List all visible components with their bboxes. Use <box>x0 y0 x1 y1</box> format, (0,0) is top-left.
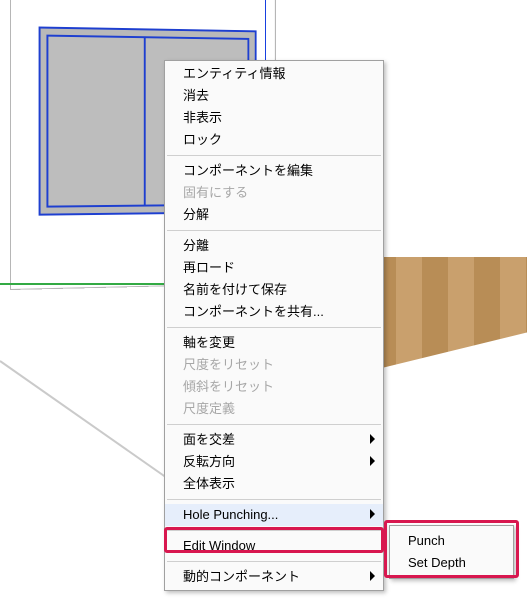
menu-item-label: Edit Window <box>183 538 255 553</box>
menu-item[interactable]: コンポーネントを共有... <box>165 301 383 323</box>
menu-item-label: 面を交差 <box>183 432 235 447</box>
menu-separator <box>167 499 381 500</box>
submenu-arrow-icon <box>370 434 375 444</box>
menu-item-label: 名前を付けて保存 <box>183 282 287 297</box>
menu-item-label: 軸を変更 <box>183 335 235 350</box>
menu-item-label: 尺度をリセット <box>183 357 274 372</box>
menu-item[interactable]: 消去 <box>165 85 383 107</box>
menu-item[interactable]: 分解 <box>165 204 383 226</box>
menu-item[interactable]: Hole Punching... <box>165 504 383 526</box>
submenu-item-label: Punch <box>408 533 445 548</box>
submenu-item[interactable]: Punch <box>390 530 513 552</box>
submenu-arrow-icon <box>370 571 375 581</box>
menu-item[interactable]: コンポーネントを編集 <box>165 160 383 182</box>
menu-separator <box>167 155 381 156</box>
submenu-item-label: Set Depth <box>408 555 466 570</box>
menu-item-label: 非表示 <box>183 110 222 125</box>
menu-separator <box>167 561 381 562</box>
menu-separator <box>167 424 381 425</box>
menu-item[interactable]: 動的コンポーネント <box>165 566 383 588</box>
menu-item[interactable]: ロック <box>165 129 383 151</box>
menu-item-label: コンポーネントを編集 <box>183 163 313 178</box>
menu-item: 固有にする <box>165 182 383 204</box>
menu-item[interactable]: 名前を付けて保存 <box>165 279 383 301</box>
menu-item-label: 動的コンポーネント <box>183 569 300 584</box>
menu-item-label: エンティティ情報 <box>183 66 285 81</box>
menu-item[interactable]: 分離 <box>165 235 383 257</box>
menu-item[interactable]: 軸を変更 <box>165 332 383 354</box>
submenu-arrow-icon <box>370 509 375 519</box>
menu-item-label: 傾斜をリセット <box>183 379 274 394</box>
menu-item-label: 全体表示 <box>183 476 235 491</box>
menu-item: 尺度をリセット <box>165 354 383 376</box>
hole-punching-submenu[interactable]: Punch Set Depth <box>389 525 514 579</box>
menu-item-label: 尺度定義 <box>183 401 235 416</box>
menu-item[interactable]: 全体表示 <box>165 473 383 495</box>
menu-item-label: コンポーネントを共有... <box>183 304 324 319</box>
context-menu[interactable]: エンティティ情報消去非表示ロックコンポーネントを編集固有にする分解分離再ロード名… <box>164 60 384 591</box>
menu-item[interactable]: 再ロード <box>165 257 383 279</box>
menu-separator <box>167 230 381 231</box>
menu-separator <box>167 327 381 328</box>
menu-separator <box>167 530 381 531</box>
submenu-item[interactable]: Set Depth <box>390 552 513 574</box>
menu-item[interactable]: 面を交差 <box>165 429 383 451</box>
menu-item-label: Hole Punching... <box>183 507 278 522</box>
menu-item-label: 分離 <box>183 238 209 253</box>
menu-item: 尺度定義 <box>165 398 383 420</box>
menu-item[interactable]: エンティティ情報 <box>165 63 383 85</box>
window-pane-left <box>46 35 155 208</box>
menu-item[interactable]: Edit Window <box>165 535 383 557</box>
submenu-arrow-icon <box>370 456 375 466</box>
menu-item-label: 固有にする <box>183 185 248 200</box>
menu-item-label: 反転方向 <box>183 454 235 469</box>
menu-item-label: ロック <box>183 132 222 147</box>
menu-item: 傾斜をリセット <box>165 376 383 398</box>
menu-item-label: 分解 <box>183 207 209 222</box>
menu-item-label: 再ロード <box>183 260 235 275</box>
menu-item[interactable]: 反転方向 <box>165 451 383 473</box>
menu-item-label: 消去 <box>183 88 209 103</box>
menu-item[interactable]: 非表示 <box>165 107 383 129</box>
